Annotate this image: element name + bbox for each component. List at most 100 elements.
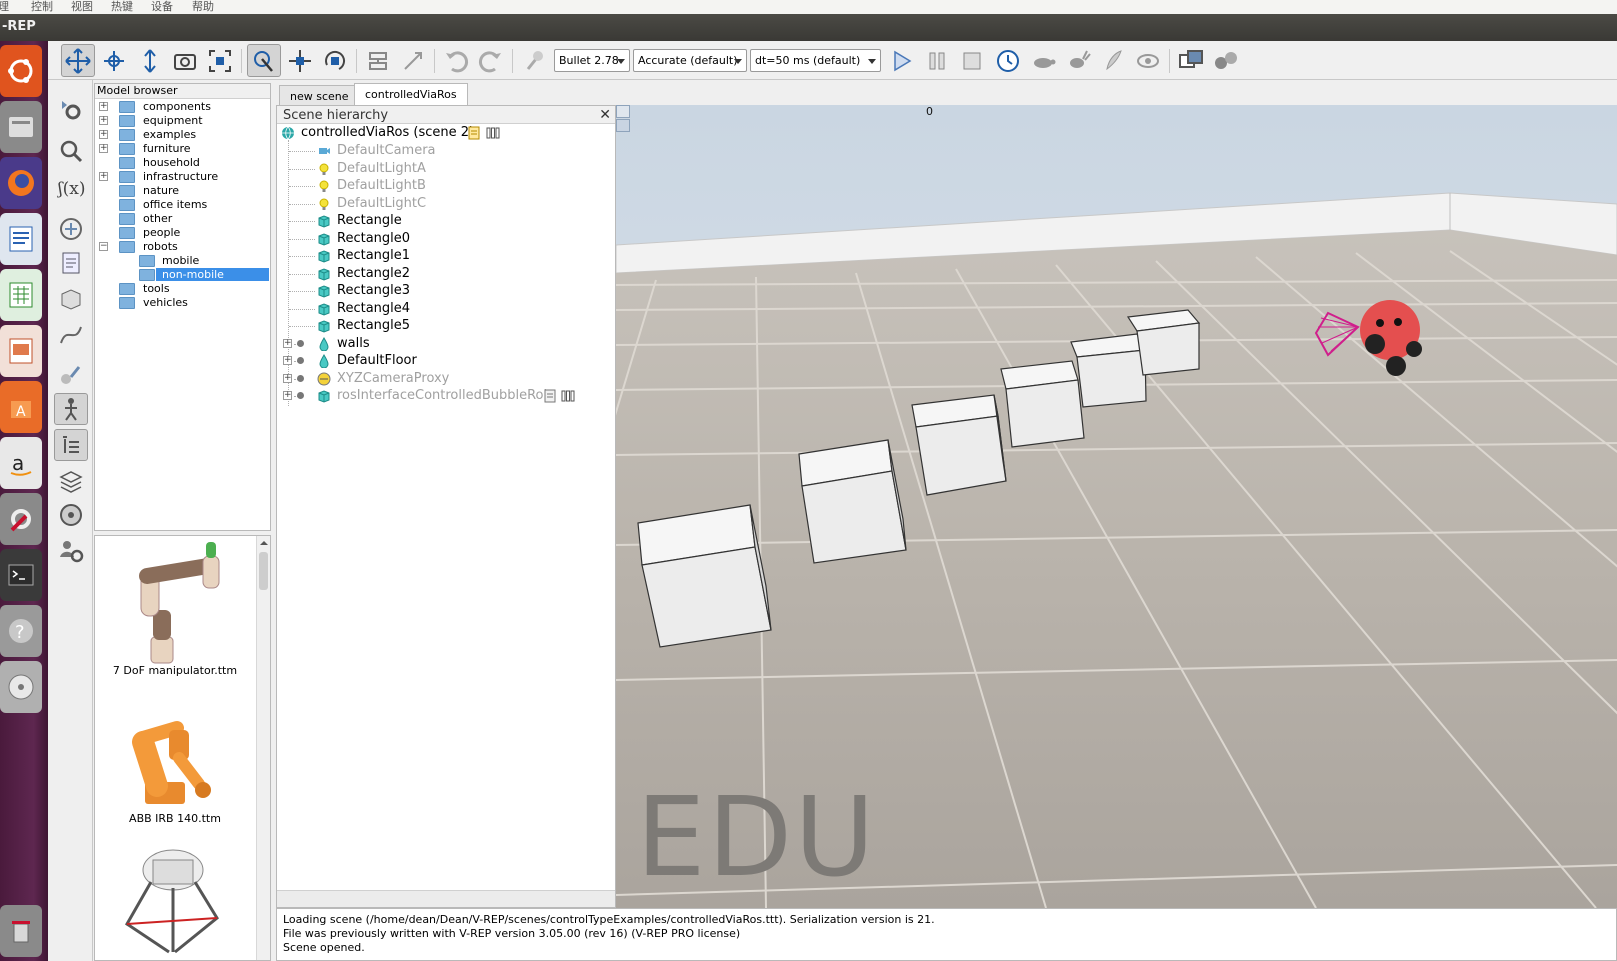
model-folder-tools[interactable]: tools xyxy=(99,282,269,296)
pause-icon[interactable] xyxy=(920,44,954,77)
fit-to-view-icon[interactable] xyxy=(203,44,237,77)
impress-icon[interactable] xyxy=(0,325,42,377)
expand-icon[interactable]: + xyxy=(99,130,108,139)
hierarchy-item[interactable]: + DefaultFloor xyxy=(281,352,601,370)
model-folder-household[interactable]: household xyxy=(99,156,269,170)
status-console[interactable]: Loading scene (/home/dean/Dean/V-REP/sce… xyxy=(276,908,1617,961)
expand-icon[interactable]: + xyxy=(99,144,108,153)
viewport-menu-button[interactable] xyxy=(616,105,630,118)
model-thumbnail-7dof[interactable]: 7 DoF manipulator.ttm xyxy=(95,536,255,686)
hierarchy-item[interactable]: Rectangle xyxy=(281,212,601,230)
real-time-icon[interactable] xyxy=(991,44,1025,77)
menu-item-0[interactable]: 理 xyxy=(0,0,9,14)
ik-icon[interactable] xyxy=(54,357,88,389)
hierarchy-item[interactable]: + XYZCameraProxy xyxy=(281,370,601,388)
speed-up-icon[interactable] xyxy=(1061,44,1095,77)
script-icon[interactable] xyxy=(467,126,481,140)
hierarchy-item[interactable]: DefaultLightA xyxy=(281,160,601,178)
camera-rotate-icon[interactable] xyxy=(97,44,131,77)
collision-icon[interactable] xyxy=(54,213,88,245)
menu-item-control[interactable]: 控制 xyxy=(31,0,53,14)
model-folder-non-mobile[interactable]: non-mobile xyxy=(99,268,269,282)
viewport-view-button[interactable] xyxy=(616,119,630,132)
model-folder-components[interactable]: + components xyxy=(99,100,269,114)
simulation-settings-icon[interactable] xyxy=(54,93,88,125)
files-icon[interactable] xyxy=(0,101,42,153)
expand-icon[interactable]: + xyxy=(99,116,108,125)
amazon-icon[interactable]: a xyxy=(0,437,42,489)
path-edit-icon[interactable] xyxy=(54,319,88,351)
customization-script-icon[interactable] xyxy=(486,126,500,140)
shape-edit-icon[interactable] xyxy=(54,283,88,315)
camera-pan-icon[interactable] xyxy=(61,44,95,77)
accuracy-select[interactable]: Accurate (default) xyxy=(633,49,747,72)
model-thumbnail-abb-irb140[interactable]: ABB IRB 140.ttm xyxy=(95,688,255,838)
expand-icon[interactable]: + xyxy=(283,391,292,400)
transfer-dna-icon[interactable] xyxy=(396,44,430,77)
dvd-icon[interactable] xyxy=(0,661,42,713)
physics-engine-select[interactable]: Bullet 2.78 xyxy=(554,49,630,72)
calc-icon[interactable] xyxy=(0,269,42,321)
model-folder-robots[interactable]: − robots xyxy=(99,240,269,254)
page-selector-icon[interactable] xyxy=(1174,44,1208,77)
model-folder-equipment[interactable]: + equipment xyxy=(99,114,269,128)
camera-angle-icon[interactable] xyxy=(168,44,202,77)
hierarchy-item[interactable]: DefaultLightB xyxy=(281,177,601,195)
help-icon[interactable]: ? xyxy=(0,605,42,657)
hierarchy-item[interactable]: Rectangle1 xyxy=(281,247,601,265)
hierarchy-item[interactable]: Rectangle2 xyxy=(281,265,601,283)
expand-icon[interactable]: + xyxy=(283,338,292,348)
layers-icon[interactable] xyxy=(54,465,88,497)
model-folder-other[interactable]: other xyxy=(99,212,269,226)
slow-down-icon[interactable] xyxy=(1026,44,1060,77)
expand-icon[interactable]: + xyxy=(283,373,292,383)
undo-icon[interactable] xyxy=(439,44,473,77)
menu-item-devices[interactable]: 设备 xyxy=(151,0,173,14)
script-icon[interactable] xyxy=(543,389,557,403)
tab-controlledviaros[interactable]: controlledViaRos xyxy=(354,83,468,106)
search-icon[interactable] xyxy=(54,135,88,167)
hierarchy-item[interactable]: + walls xyxy=(281,335,601,353)
model-folder-nature[interactable]: nature xyxy=(99,184,269,198)
assemble-icon[interactable] xyxy=(361,44,395,77)
expand-icon[interactable]: + xyxy=(283,356,292,365)
toggle-visualization-icon[interactable] xyxy=(1131,44,1165,77)
stop-icon[interactable] xyxy=(955,44,989,77)
hierarchy-root[interactable]: controlledViaRos (scene 2) xyxy=(281,124,581,142)
model-thumbnail-delta[interactable] xyxy=(95,840,255,960)
model-folder-office-items[interactable]: office items xyxy=(99,198,269,212)
expand-icon[interactable]: + xyxy=(99,172,108,181)
model-folder-examples[interactable]: + examples xyxy=(99,128,269,142)
trash-icon[interactable] xyxy=(0,905,42,957)
model-folder-people[interactable]: people xyxy=(99,226,269,240)
customization-script-icon[interactable] xyxy=(561,389,575,403)
dynamics-engine-icon[interactable] xyxy=(517,44,551,77)
model-folder-infrastructure[interactable]: + infrastructure xyxy=(99,170,269,184)
object-select-icon[interactable] xyxy=(247,44,281,77)
hierarchy-scrollbar[interactable] xyxy=(277,890,615,907)
scrollbar-thumb[interactable] xyxy=(259,552,268,590)
hierarchy-item[interactable]: DefaultLightC xyxy=(281,195,601,213)
system-settings-icon[interactable] xyxy=(0,493,42,545)
hierarchy-item[interactable]: Rectangle4 xyxy=(281,300,601,318)
model-folder-mobile[interactable]: mobile xyxy=(99,254,269,268)
camera-shift-icon[interactable] xyxy=(133,44,167,77)
software-center-icon[interactable]: A xyxy=(0,381,42,433)
terminal-icon[interactable] xyxy=(0,549,42,601)
model-browser-toggle-icon[interactable] xyxy=(54,393,88,425)
video-recorder-icon[interactable] xyxy=(54,499,88,531)
menu-item-view[interactable]: 视图 xyxy=(71,0,93,14)
tab-new-scene[interactable]: new scene xyxy=(279,85,360,106)
hierarchy-item[interactable]: Rectangle5 xyxy=(281,317,601,335)
collapse-icon[interactable]: − xyxy=(99,242,108,251)
close-icon[interactable]: ✕ xyxy=(599,107,611,123)
hierarchy-item[interactable]: Rectangle0 xyxy=(281,230,601,248)
hierarchy-item[interactable]: Rectangle3 xyxy=(281,282,601,300)
script-icon[interactable] xyxy=(54,247,88,279)
ubuntu-dash-icon[interactable] xyxy=(0,45,42,97)
model-folder-vehicles[interactable]: vehicles xyxy=(99,296,269,310)
menu-item-help[interactable]: 帮助 xyxy=(192,0,214,14)
firefox-icon[interactable] xyxy=(0,157,42,209)
thread-rendering-icon[interactable] xyxy=(1096,44,1130,77)
hierarchy-item[interactable]: + rosInterfaceControlledBubbleRob xyxy=(281,387,601,405)
